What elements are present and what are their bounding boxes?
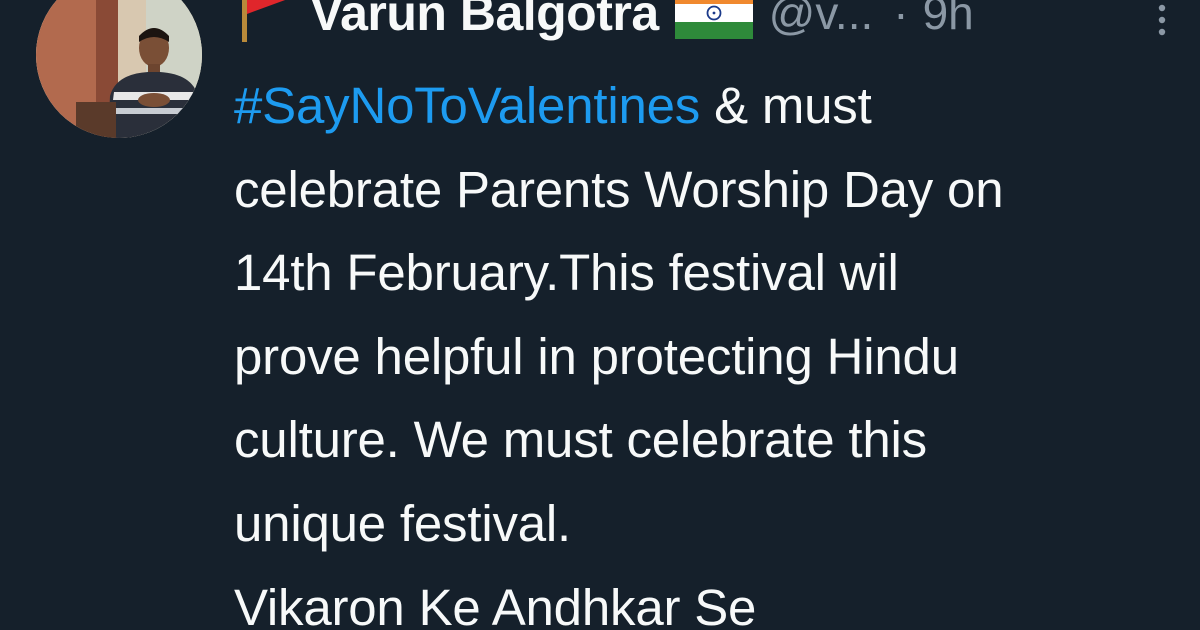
tweet-line: culture. We must celebrate this	[234, 411, 927, 469]
tweet-line: celebrate Parents Worship Day on	[234, 160, 1004, 218]
red-flag-icon	[236, 0, 298, 42]
author-handle[interactable]: @v...	[769, 0, 874, 40]
tweet-timestamp[interactable]: 9h	[923, 0, 974, 40]
india-flag-icon	[674, 0, 753, 39]
tweet-line: prove helpful in protecting Hindu	[234, 327, 959, 385]
tweet-text: #SayNoToValentines & must celebrate Pare…	[234, 64, 1194, 630]
author-name[interactable]: Varun Balgotra	[310, 0, 659, 42]
more-options-icon[interactable]	[1150, 0, 1174, 40]
avatar-photo	[36, 0, 202, 138]
tweet-line: 14th February.This festival wil	[234, 244, 899, 302]
header-separator: ·	[893, 0, 909, 39]
avatar[interactable]	[36, 0, 202, 138]
tweet-line-text: & must	[700, 77, 872, 134]
tweet-header: Varun Balgotra @v... · 9h	[236, 0, 974, 48]
tweet-line: Vikaron Ke Andhkar Se	[234, 578, 757, 630]
tweet-line: #SayNoToValentines & must	[234, 64, 1194, 148]
hashtag-link[interactable]: #SayNoToValentines	[234, 77, 700, 134]
tweet-line: unique festival.	[234, 494, 572, 552]
